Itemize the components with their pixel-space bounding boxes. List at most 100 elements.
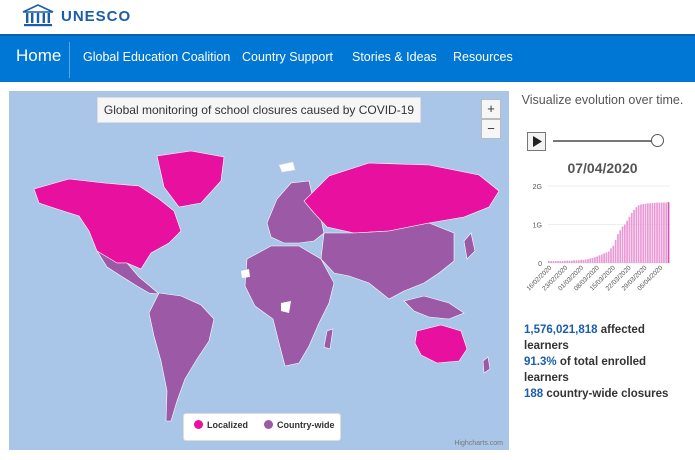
chart-bar[interactable] bbox=[642, 204, 645, 263]
world-map-panel[interactable]: Global monitoring of school closures cau… bbox=[9, 91, 509, 450]
chart-bar[interactable] bbox=[587, 259, 589, 263]
region-southeast-asia bbox=[403, 295, 465, 320]
timeline-slider-knob[interactable] bbox=[651, 134, 664, 147]
chart-bar[interactable] bbox=[600, 254, 603, 263]
chart-bar[interactable] bbox=[559, 261, 562, 263]
chart-bar[interactable] bbox=[621, 226, 624, 263]
stat-pct-label: of total enrolled bbox=[559, 356, 647, 368]
region-no-data-1 bbox=[241, 269, 250, 278]
nav-item-resources[interactable]: Resources bbox=[453, 50, 513, 64]
chart-y-tick-label: 0 bbox=[538, 261, 542, 268]
stat-enrolled-pct: 91.3% of total enrolled bbox=[524, 354, 668, 370]
nav-divider bbox=[69, 42, 70, 78]
chart-bar[interactable] bbox=[580, 259, 582, 263]
chart-bar[interactable] bbox=[550, 261, 552, 263]
chart-bar[interactable] bbox=[582, 259, 585, 263]
chart-bar[interactable] bbox=[656, 202, 658, 263]
chart-bar[interactable] bbox=[617, 234, 619, 264]
timeline-title: Visualize evolution over time. bbox=[521, 93, 684, 107]
chart-bar[interactable] bbox=[637, 205, 640, 263]
chart-bar[interactable] bbox=[614, 239, 617, 263]
chart-bar[interactable] bbox=[646, 203, 649, 263]
chart-bar[interactable] bbox=[640, 204, 642, 263]
top-bar: UNESCO bbox=[0, 0, 695, 34]
chart-bar[interactable] bbox=[564, 260, 566, 263]
chart-bar[interactable] bbox=[612, 245, 615, 263]
play-icon bbox=[533, 136, 542, 147]
play-button[interactable] bbox=[527, 132, 546, 151]
chart-bar[interactable] bbox=[649, 203, 651, 263]
region-asia bbox=[320, 222, 455, 300]
zoom-in-button[interactable]: + bbox=[481, 99, 501, 119]
chart-bar[interactable] bbox=[552, 261, 555, 263]
chart-bar[interactable] bbox=[598, 255, 601, 263]
main-nav: Home Global Education Coalition Country … bbox=[0, 34, 695, 82]
nav-item-country-support[interactable]: Country Support bbox=[242, 50, 333, 64]
chart-bar[interactable] bbox=[623, 224, 626, 264]
chart-bar[interactable] bbox=[663, 202, 665, 263]
chart-bar[interactable] bbox=[561, 261, 564, 263]
chart-bar[interactable] bbox=[630, 212, 633, 263]
region-australia bbox=[414, 324, 468, 364]
chart-bar[interactable] bbox=[619, 230, 622, 263]
chart-bar[interactable] bbox=[557, 261, 559, 263]
brand-name[interactable]: UNESCO bbox=[61, 8, 131, 25]
chart-bar[interactable] bbox=[667, 202, 670, 263]
unesco-temple-icon[interactable] bbox=[22, 4, 54, 28]
chart-y-tick-label: 2G bbox=[533, 184, 542, 191]
nav-item-stories-ideas[interactable]: Stories & Ideas bbox=[352, 50, 437, 64]
chart-bar[interactable] bbox=[633, 209, 635, 263]
region-new-zealand bbox=[482, 356, 491, 374]
chart-bar[interactable] bbox=[628, 216, 631, 263]
chart-bar[interactable] bbox=[548, 261, 550, 263]
region-north-america bbox=[33, 178, 182, 270]
chart-bar[interactable] bbox=[653, 202, 656, 263]
chart-bar[interactable] bbox=[665, 202, 668, 263]
chart-bar[interactable] bbox=[603, 253, 605, 264]
chart-bar[interactable] bbox=[554, 261, 557, 263]
chart-bar[interactable] bbox=[568, 260, 571, 263]
learners-bar-chart: 2G1G016/02/202023/02/202001/03/202008/03… bbox=[525, 184, 670, 292]
chart-bar[interactable] bbox=[566, 260, 569, 263]
chart-bar[interactable] bbox=[605, 252, 608, 263]
region-iceland bbox=[278, 161, 296, 173]
chart-bar[interactable] bbox=[651, 202, 654, 263]
chart-bar[interactable] bbox=[644, 203, 647, 263]
nav-item-global-education-coalition[interactable]: Global Education Coalition bbox=[83, 50, 230, 64]
chart-bar[interactable] bbox=[607, 251, 610, 263]
chart-bar[interactable] bbox=[589, 258, 592, 263]
chart-bar[interactable] bbox=[594, 257, 596, 263]
chart-bar[interactable] bbox=[658, 202, 661, 263]
timeline-panel: Visualize evolution over time. 07/04/202… bbox=[520, 86, 690, 456]
legend-dot-countrywide bbox=[264, 420, 273, 429]
chart-bar[interactable] bbox=[573, 260, 576, 263]
nav-home-link[interactable]: Home bbox=[16, 46, 61, 66]
world-map[interactable] bbox=[9, 91, 509, 450]
chart-bar[interactable] bbox=[584, 259, 587, 263]
chart-bar[interactable] bbox=[577, 260, 580, 263]
chart-bar[interactable] bbox=[591, 258, 594, 263]
chart-bar[interactable] bbox=[596, 256, 599, 263]
legend-dot-localized bbox=[194, 420, 203, 429]
zoom-out-button[interactable]: − bbox=[481, 119, 501, 139]
stats-block: 1,576,021,818 affected learners 91.3% of… bbox=[524, 322, 668, 402]
chart-bar[interactable] bbox=[660, 202, 663, 263]
region-madagascar bbox=[323, 328, 334, 350]
region-japan bbox=[463, 232, 476, 260]
chart-bar[interactable] bbox=[635, 207, 638, 263]
chart-bar[interactable] bbox=[571, 260, 573, 263]
region-greenland bbox=[156, 150, 225, 208]
stat-affected-learners: 1,576,021,818 affected bbox=[524, 322, 668, 338]
legend-item-localized[interactable]: Localized bbox=[194, 420, 248, 430]
legend-item-countrywide[interactable]: Country-wide bbox=[264, 420, 335, 430]
chart-bar[interactable] bbox=[610, 248, 612, 263]
legend-label-countrywide: Country-wide bbox=[277, 420, 335, 430]
legend-label-localized: Localized bbox=[207, 420, 249, 430]
chart-bar[interactable] bbox=[626, 220, 628, 263]
stat-affected-label: affected bbox=[600, 324, 645, 336]
chart-bar[interactable] bbox=[575, 260, 578, 263]
highcharts-credit[interactable]: Highcharts.com bbox=[454, 440, 503, 447]
stat-closures-number: 188 bbox=[524, 388, 544, 400]
stat-affected-learners-line2: learners bbox=[524, 340, 569, 352]
timeline-slider-track[interactable] bbox=[553, 140, 657, 142]
